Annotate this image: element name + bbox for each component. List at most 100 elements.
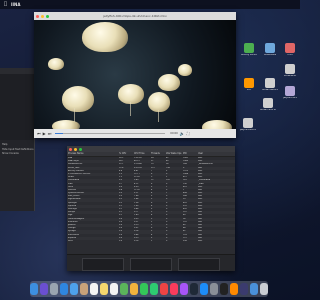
- jellyfish-image: [52, 120, 80, 129]
- threads-processes-stats: [178, 258, 220, 271]
- fullscreen-icon[interactable]: ⛶: [187, 129, 190, 138]
- column-header[interactable]: CPU Time: [133, 152, 150, 156]
- vlc-cone-icon: [244, 78, 254, 88]
- jellyfish-tentacle-image: [158, 110, 159, 122]
- mail-icon[interactable]: [70, 283, 78, 295]
- desktop-icon-screen-recording[interactable]: Screen Recording: [262, 78, 278, 92]
- vlc-icon[interactable]: [230, 283, 238, 295]
- news-icon[interactable]: [160, 283, 168, 295]
- next-icon[interactable]: ⏭: [48, 129, 52, 138]
- reminders-icon[interactable]: [110, 283, 118, 295]
- music-icon[interactable]: [170, 283, 178, 295]
- process-cell: 398: [183, 239, 187, 242]
- process-cell: 0.18: [134, 239, 139, 242]
- apple-menu-icon[interactable]: : [4, 0, 7, 9]
- activity-monitor-window: Process Name % CPU CPU Time Threads Idle…: [67, 146, 235, 271]
- process-cell: 0.0: [119, 239, 123, 242]
- previous-icon[interactable]: ⏮: [37, 129, 41, 138]
- desktop-icon-1-4-2[interactable]: 1.4.2: [282, 43, 298, 57]
- desktop-icon-label: VLC: [246, 89, 252, 91]
- elapsed-time: 00:00: [170, 132, 178, 135]
- process-cell: user: [198, 239, 203, 242]
- document-icon: [263, 98, 273, 108]
- menu-bar:  IINA: [0, 0, 300, 9]
- activity-monitor-icon[interactable]: [220, 283, 228, 295]
- system-preferences-icon[interactable]: [210, 283, 218, 295]
- app-store-icon[interactable]: [200, 283, 208, 295]
- jellyfish-image: [82, 22, 128, 52]
- play-icon[interactable]: ▶: [43, 129, 46, 138]
- video-titlebar[interactable]: jellyfish-400-mbps-4k-uhd-hevc-10bit.mkv: [34, 12, 236, 20]
- desktop-icon-downloads[interactable]: Downloads: [262, 43, 278, 57]
- finder-icon[interactable]: [30, 283, 38, 295]
- close-window-button[interactable]: [69, 147, 72, 151]
- column-header[interactable]: PID: [182, 152, 197, 156]
- messages-icon[interactable]: [140, 283, 148, 295]
- maps-icon[interactable]: [120, 283, 128, 295]
- siri-icon[interactable]: [40, 283, 48, 295]
- notes-icon[interactable]: [100, 283, 108, 295]
- desktop-icon-label: Activity Monitor: [241, 54, 257, 56]
- video-title: jellyfish-400-mbps-4k-uhd-hevc-10bit.mkv: [103, 14, 167, 18]
- process-row[interactable]: secd 0.0 0.18 2 0 398 user: [67, 240, 235, 243]
- column-header[interactable]: Process Name: [67, 152, 118, 156]
- desktop-icon-jellyfish[interactable]: jellyfish.mkv: [282, 86, 298, 100]
- facetime-icon[interactable]: [150, 283, 158, 295]
- jellyfish-tentacle-image: [74, 108, 75, 122]
- desktop-icon-label: Screen Recording: [262, 89, 278, 91]
- jellyfish-tentacle-image: [130, 102, 131, 116]
- jellyfish-image: [178, 64, 192, 76]
- disk-image-icon: [285, 43, 295, 53]
- video-frame[interactable]: [34, 20, 236, 129]
- trash-icon[interactable]: [260, 283, 268, 295]
- podcasts-icon[interactable]: [180, 283, 188, 295]
- left-window-titlebar[interactable]: [0, 68, 34, 74]
- desktop-icon-jellyfish-400[interactable]: jellyfish-400-mbps: [240, 118, 256, 132]
- activity-monitor-footer: [67, 254, 235, 271]
- document-icon: [243, 118, 253, 128]
- left-panel-line[interactable]: Hide Input Test Definitions: [0, 148, 34, 151]
- volume-icon[interactable]: 🔈: [180, 129, 185, 138]
- jellyfish-image: [148, 92, 170, 112]
- desktop-icon-screen-shot[interactable]: Screen Shot 2020: [260, 98, 276, 112]
- zoom-window-button[interactable]: [79, 147, 82, 151]
- column-header[interactable]: Idle Wake Ups: [165, 152, 182, 156]
- video-file-icon: [285, 86, 295, 96]
- process-cell: secd: [68, 239, 73, 242]
- left-panel-line[interactable]: Show Console: [0, 152, 34, 155]
- activity-monitor-icon: [244, 43, 254, 53]
- calendar-icon[interactable]: [90, 283, 98, 295]
- jellyfish-image: [48, 58, 64, 70]
- jellyfish-image: [202, 120, 232, 129]
- photos-icon[interactable]: [130, 283, 138, 295]
- column-header[interactable]: Threads: [150, 152, 165, 156]
- cpu-load-graph: [130, 258, 172, 271]
- iina-icon[interactable]: [240, 283, 248, 295]
- document-icon: [265, 78, 275, 88]
- desktop-icon-label: 1.4.2: [287, 54, 293, 56]
- column-header[interactable]: % CPU: [118, 152, 133, 156]
- video-control-bar: ⏮ ▶ ⏭ 00:00 🔈 ⛶: [34, 129, 236, 138]
- desktop-icon-vlc[interactable]: VLC: [241, 78, 257, 92]
- column-header[interactable]: User: [197, 152, 218, 156]
- launchpad-icon[interactable]: [50, 283, 58, 295]
- seek-slider[interactable]: [55, 132, 166, 135]
- contacts-icon[interactable]: [80, 283, 88, 295]
- downloads-icon[interactable]: [250, 283, 258, 295]
- video-player-window: jellyfish-400-mbps-4k-uhd-hevc-10bit.mkv…: [34, 12, 236, 138]
- jellyfish-image: [62, 86, 94, 112]
- desktop-icon-activity-monitor[interactable]: Activity Monitor: [241, 43, 257, 57]
- minimize-window-button[interactable]: [74, 147, 77, 151]
- process-cell: 0: [166, 239, 168, 242]
- seek-slider-fill: [55, 132, 63, 135]
- app-menu-name[interactable]: IINA: [11, 2, 20, 7]
- desktop-icon-label: Screen Shot 2020: [260, 109, 276, 111]
- process-table: IINA 95.2 1:02.55 34 82 1041 user IINA Player 58…: [67, 157, 235, 243]
- system-cpu-stats: [82, 258, 124, 271]
- desktop-icon-screenshot[interactable]: Screenshot: [282, 64, 298, 78]
- tv-icon[interactable]: [190, 283, 198, 295]
- safari-icon[interactable]: [60, 283, 68, 295]
- desktop-icon-label: jellyfish.mkv: [283, 97, 297, 99]
- jellyfish-image: [118, 84, 144, 104]
- left-panel-line[interactable]: Help: [0, 143, 34, 146]
